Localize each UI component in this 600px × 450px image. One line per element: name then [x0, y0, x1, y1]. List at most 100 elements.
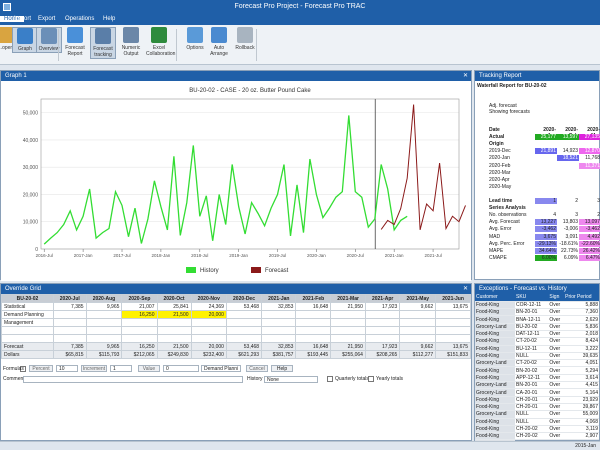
grid-cell[interactable] [364, 326, 401, 335]
exceptions-column-header[interactable]: Prior Period [564, 294, 599, 302]
grid-cell[interactable]: 24,369 [190, 302, 227, 311]
ribbon-button-arrange[interactable]: Auto Arrange [206, 27, 232, 57]
grid-cell[interactable]: 16,648 [295, 302, 332, 311]
grid-column-header[interactable]: 2020-Jul [53, 294, 87, 303]
percent-input[interactable]: 10 [56, 365, 78, 372]
value-button[interactable]: Value [138, 365, 160, 372]
target-row-select[interactable]: Demand Planni [201, 365, 241, 372]
comment-input[interactable] [23, 376, 243, 383]
grid-cell[interactable] [156, 318, 192, 327]
grid-cell[interactable]: 9,662 [399, 342, 437, 351]
grid-cell[interactable] [435, 318, 471, 327]
grid-cell[interactable] [190, 326, 227, 335]
increment-button[interactable]: Increment [81, 365, 107, 372]
ribbon-button-numeric[interactable]: Numeric Output [118, 27, 144, 57]
grid-cell[interactable]: 21,500 [156, 342, 192, 351]
grid-cell[interactable]: 9,662 [399, 302, 437, 311]
grid-cell[interactable] [225, 318, 263, 327]
grid-cell[interactable] [435, 334, 471, 343]
grid-cell[interactable] [156, 326, 192, 335]
grid-column-header[interactable]: 2021-Jun [435, 294, 471, 303]
grid-cell[interactable] [85, 334, 123, 343]
exceptions-row[interactable]: Food-King CT-20-02 Over 8,424 [475, 337, 599, 346]
exceptions-column-header[interactable]: SKU [514, 294, 549, 302]
grid-cell[interactable]: 25,841 [156, 302, 192, 311]
grid-cell[interactable]: 16,250 [121, 310, 158, 319]
exceptions-row[interactable]: Food-King COR-12-11 Over 5,888 [475, 301, 599, 310]
grid-column-header[interactable]: 2021-Feb [295, 294, 332, 303]
grid-cell[interactable]: 20,000 [190, 310, 227, 319]
grid-cell[interactable] [435, 326, 471, 335]
grid-column-header[interactable]: 2020-Sep [121, 294, 158, 303]
exceptions-row[interactable]: Food-King CH-20-02 Over 2,907 [475, 432, 599, 441]
exceptions-row[interactable]: Food-King CH-20-01 Over 23,929 [475, 396, 599, 404]
grid-cell[interactable] [261, 318, 297, 327]
yearly-totals-checkbox[interactable] [368, 376, 374, 382]
grid-cell[interactable] [53, 318, 87, 327]
grid-cell[interactable]: 9,965 [85, 302, 123, 311]
exceptions-row[interactable]: Food-King CH-20-02 Over 3,119 [475, 425, 599, 434]
grid-cell[interactable] [330, 318, 366, 327]
value-input[interactable]: 0 [163, 365, 199, 372]
grid-cell[interactable]: 21,950 [330, 302, 366, 311]
grid-cell[interactable] [399, 326, 437, 335]
grid-cell[interactable] [399, 318, 437, 327]
grid-cell[interactable]: $621,293 [225, 350, 263, 359]
ribbon-button-report[interactable]: Forecast Report [62, 27, 88, 57]
grid-cell[interactable] [190, 318, 227, 327]
close-icon[interactable]: ✕ [463, 71, 468, 81]
grid-cell[interactable] [85, 310, 123, 319]
grid-column-header[interactable]: 2021-May [399, 294, 437, 303]
grid-cell[interactable]: 53,468 [225, 302, 263, 311]
grid-column-header[interactable]: 2021-Jan [261, 294, 297, 303]
menu-import[interactable]: Import [14, 16, 31, 22]
grid-cell[interactable]: 20,000 [190, 342, 227, 351]
grid-column-header[interactable]: BU-20-02 [1, 294, 54, 303]
grid-cell[interactable]: 21,500 [156, 310, 192, 319]
grid-cell[interactable]: 16,648 [295, 342, 332, 351]
grid-cell[interactable]: 16,250 [121, 342, 158, 351]
exceptions-row[interactable]: Grocery-Land CT-20-02 Over 4,051 [475, 359, 599, 368]
grid-cell[interactable]: 17,923 [364, 342, 401, 351]
grid-cell[interactable]: 7,385 [53, 342, 87, 351]
grid-cell[interactable]: $65,815 [53, 350, 87, 359]
grid-cell[interactable]: 53,468 [225, 342, 263, 351]
grid-cell[interactable] [53, 310, 87, 319]
grid-cell[interactable]: 32,853 [261, 302, 297, 311]
grid-cell[interactable] [364, 334, 401, 343]
grid-cell[interactable] [225, 326, 263, 335]
grid-cell[interactable]: $255,064 [330, 350, 366, 359]
grid-cell[interactable]: $249,830 [156, 350, 192, 359]
grid-cell[interactable] [261, 334, 297, 343]
grid-column-header[interactable]: 2020-Nov [190, 294, 227, 303]
grid-cell[interactable] [190, 334, 227, 343]
grid-cell[interactable] [121, 334, 158, 343]
ribbon-button-gear[interactable]: Options [182, 27, 208, 51]
exceptions-row[interactable]: Food-King DAT-12-11 Over 2,018 [475, 330, 599, 339]
grid-cell[interactable] [330, 334, 366, 343]
exceptions-row[interactable]: Grocery-Land NULL Over 55,009 [475, 410, 599, 419]
grid-column-header[interactable]: 2021-Mar [330, 294, 366, 303]
exceptions-row[interactable]: Food-King CH-20-01 Over 39,867 [475, 403, 599, 412]
grid-cell[interactable] [295, 326, 332, 335]
grid-cell[interactable]: 17,923 [364, 302, 401, 311]
exceptions-row[interactable]: Grocery-Land BU-20-02 Over 5,836 [475, 323, 599, 332]
grid-cell[interactable] [121, 326, 158, 335]
exceptions-column-header[interactable]: Customer [475, 294, 515, 302]
grid-cell[interactable] [156, 334, 192, 343]
grid-cell[interactable]: $232,400 [190, 350, 227, 359]
help-button[interactable]: Help [271, 365, 293, 372]
ribbon-button-excel[interactable]: Excel Collaboration [146, 27, 175, 57]
ribbon-button-graph[interactable]: Graph [12, 27, 38, 53]
grid-cell[interactable]: 32,853 [261, 342, 297, 351]
grid-cell[interactable] [261, 326, 297, 335]
exceptions-row[interactable]: Food-King BU-12-11 Over 3,222 [475, 345, 599, 353]
menu-export[interactable]: Export [38, 16, 55, 22]
grid-cell[interactable] [225, 334, 263, 343]
exceptions-row[interactable]: Food-King BN-20-01 Over 7,360 [475, 308, 599, 317]
grid-cell[interactable] [435, 310, 471, 319]
grid-cell[interactable]: 7,385 [53, 302, 87, 311]
grid-cell[interactable] [399, 310, 437, 319]
menu-operations[interactable]: Operations [65, 16, 94, 22]
grid-cell[interactable]: $112,277 [399, 350, 437, 359]
